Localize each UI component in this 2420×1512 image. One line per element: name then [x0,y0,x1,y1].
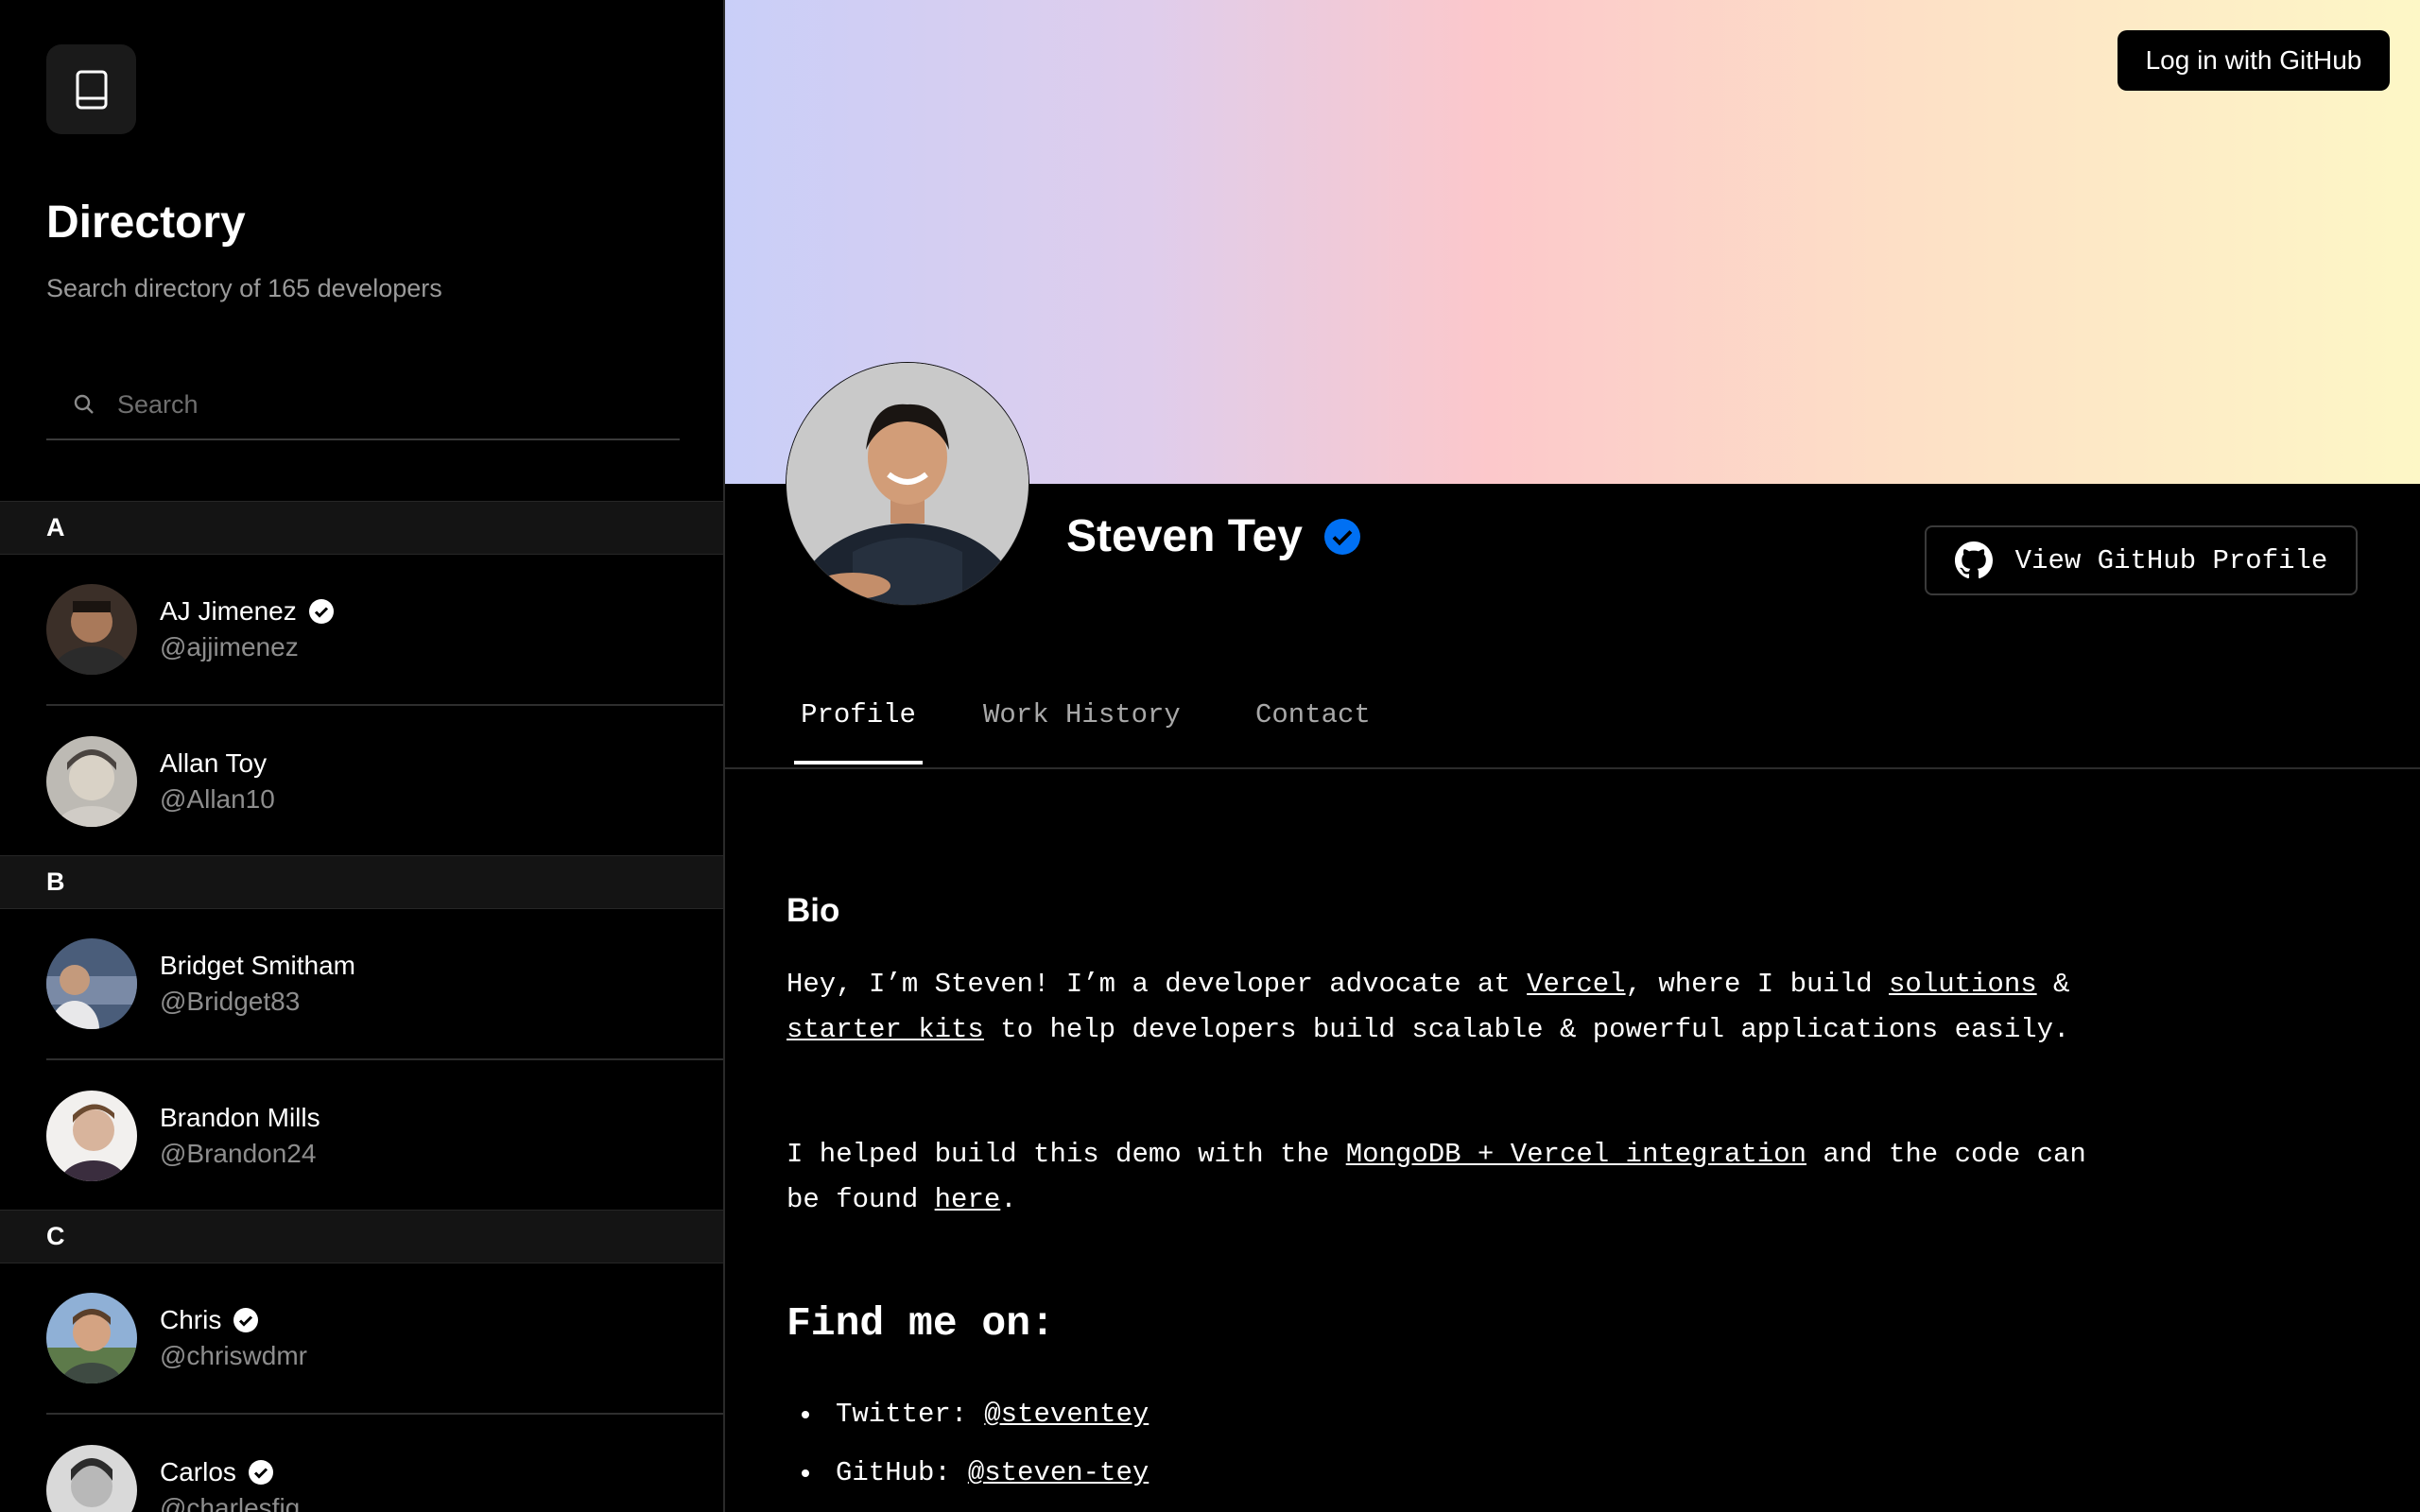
search-icon [74,394,94,414]
verified-icon [308,599,334,624]
bullet [802,1410,809,1418]
twitter-link[interactable]: @steventey [984,1399,1149,1430]
bio-paragraph-1: Hey, I’m Steven! I’m a developer advocat… [786,962,2091,1053]
avatar [46,584,137,675]
directory-item-brandon-mills[interactable]: Brandon Mills @Brandon24 [46,1060,723,1211]
profile-avatar [786,363,1028,605]
bio-text: I helped build this demo with the [786,1139,1346,1170]
avatar [46,736,137,827]
bio-heading: Bio [786,892,840,929]
person-handle: @Bridget83 [160,987,301,1016]
avatar [46,938,137,1029]
avatar [46,1091,137,1181]
vercel-link[interactable]: Vercel [1527,969,1625,1000]
person-name: Brandon Mills [160,1103,320,1132]
search-input[interactable] [115,388,648,421]
tab-profile[interactable]: Profile [794,699,923,765]
directory-item-aj-jimenez[interactable]: AJ Jimenez @ajjimenez [46,555,723,706]
bullet [802,1469,809,1477]
mongodb-vercel-integration-link[interactable]: MongoDB + Vercel integration [1346,1139,1806,1170]
group-header-a: A [0,501,723,555]
profile-tabs: Profile Work History Contact [725,662,2420,769]
directory-title: Directory [46,198,246,248]
tab-work-history[interactable]: Work History [983,699,1181,761]
person-name: Bridget Smitham [160,951,355,980]
find-me-on-heading: Find me on: [786,1300,1055,1347]
directory-item-allan-toy[interactable]: Allan Toy @Allan10 [46,706,723,857]
bio-text: , where I build [1625,969,1890,1000]
social-label: GitHub: [836,1457,951,1488]
github-button-label: View GitHub Profile [2014,544,2328,576]
bio-text: . [1000,1184,1017,1215]
login-with-github-button[interactable]: Log in with GitHub [2118,30,2390,91]
verified-icon [1323,518,1360,555]
social-item-twitter: Twitter: @steventey [802,1399,1149,1430]
directory-item-chris[interactable]: Chris @chriswdmr [46,1263,723,1415]
person-handle: @Brandon24 [160,1139,317,1168]
bio-paragraph-2: I helped build this demo with the MongoD… [786,1132,2091,1223]
sidebar: Directory Search directory of 165 develo… [0,0,725,1512]
bio-text: Hey, I’m Steven! I’m a developer advocat… [786,969,1528,1000]
person-handle: @charlesfig [160,1493,301,1512]
starter-kits-link[interactable]: starter kits [786,1014,984,1045]
here-link[interactable]: here [935,1184,1001,1215]
social-item-github: GitHub: @steven-tey [802,1457,1149,1488]
person-handle: @ajjimenez [160,632,299,662]
person-name: Chris [160,1305,222,1334]
profile-name-heading: Steven Tey [1066,510,1361,562]
github-icon [1954,541,1993,579]
directory-item-bridget-smitham[interactable]: Bridget Smitham @Bridget83 [46,909,723,1060]
person-name: Allan Toy [160,748,268,778]
view-github-profile-button[interactable]: View GitHub Profile [1925,525,2358,595]
search-box[interactable] [46,370,680,440]
avatar [46,1445,137,1512]
solutions-link[interactable]: solutions [1889,969,2037,1000]
bio-text: to help developers build scalable & powe… [983,1014,2070,1045]
avatar [46,1293,137,1383]
person-handle: @chriswdmr [160,1341,307,1370]
github-link[interactable]: @steven-tey [968,1457,1149,1488]
verified-icon [233,1308,259,1332]
person-name: Carlos [160,1457,236,1486]
directory-item-carlos[interactable]: Carlos @charlesfig [46,1415,723,1512]
tab-contact[interactable]: Contact [1255,699,1371,761]
person-name: AJ Jimenez [160,596,297,626]
group-header-b: B [0,855,723,909]
profile-name: Steven Tey [1066,511,1303,561]
bio-text: & [2036,969,2070,1000]
group-header-c: C [0,1210,723,1263]
person-handle: @Allan10 [160,784,275,814]
directory-subtitle: Search directory of 165 developers [46,274,442,302]
book-logo-icon[interactable] [46,44,136,134]
verified-icon [248,1460,273,1485]
social-label: Twitter: [836,1399,968,1430]
